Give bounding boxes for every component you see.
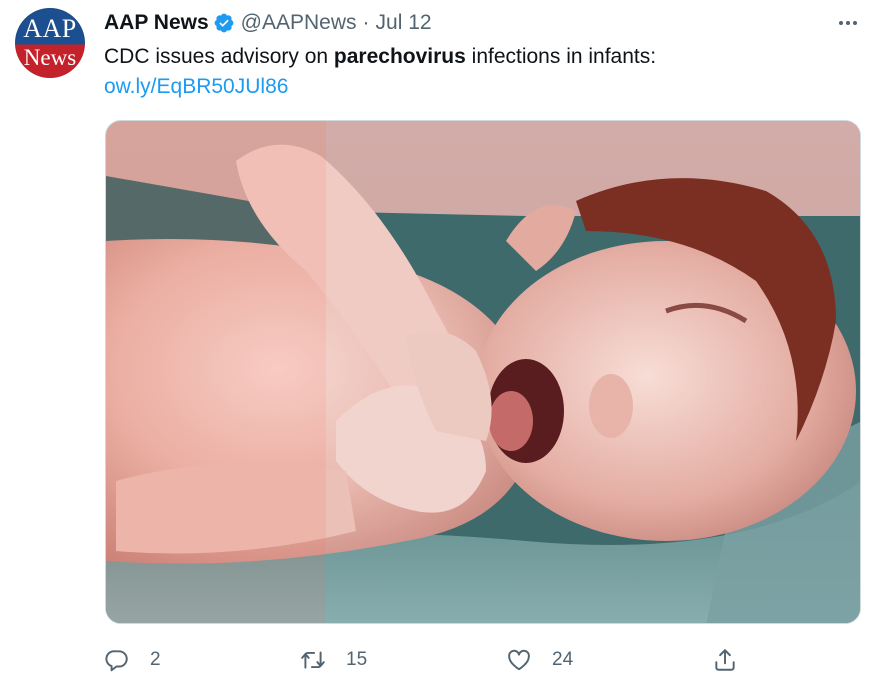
tweet-text-bold: parechovirus	[333, 45, 466, 68]
share-button[interactable]	[712, 644, 738, 676]
newborn-photo-icon	[106, 121, 860, 623]
author-handle[interactable]: @AAPNews	[241, 11, 357, 35]
share-icon	[715, 649, 735, 671]
tweet-media-image[interactable]	[105, 120, 861, 624]
tweet-date[interactable]: Jul 12	[376, 11, 432, 35]
tweet-header: AAP News @AAPNews · Jul 12	[104, 10, 432, 36]
tweet-text-prefix: CDC issues advisory on	[104, 45, 334, 68]
reply-icon	[105, 650, 128, 672]
retweet-button[interactable]: 15	[300, 644, 367, 676]
display-name[interactable]: AAP News	[104, 11, 209, 35]
verified-badge-icon	[213, 12, 235, 34]
avatar-text-bottom: News	[23, 45, 77, 70]
retweet-icon	[301, 651, 325, 669]
tweet-text: CDC issues advisory on parechovirus infe…	[104, 42, 656, 72]
more-dot	[839, 21, 843, 25]
like-count: 24	[552, 649, 574, 670]
heart-icon	[508, 649, 530, 671]
reply-count: 2	[150, 649, 161, 670]
tweet-text-suffix: infections in infants:	[465, 45, 657, 68]
reply-button[interactable]: 2	[104, 644, 161, 676]
avatar[interactable]: AAP News	[15, 8, 85, 78]
separator-dot: ·	[362, 11, 370, 34]
more-dot	[853, 21, 857, 25]
avatar-text-top: AAP	[23, 14, 77, 43]
more-options-icon[interactable]	[834, 10, 862, 36]
tweet-actions: 2 15 24	[104, 644, 754, 676]
retweet-count: 15	[346, 649, 368, 670]
tweet[interactable]: AAP News AAP News @AAPNews · Jul 12 CDC …	[0, 0, 870, 685]
like-button[interactable]: 24	[506, 644, 573, 676]
tweet-link[interactable]: ow.ly/EqBR50JUl86	[104, 72, 288, 102]
more-dot	[846, 21, 850, 25]
